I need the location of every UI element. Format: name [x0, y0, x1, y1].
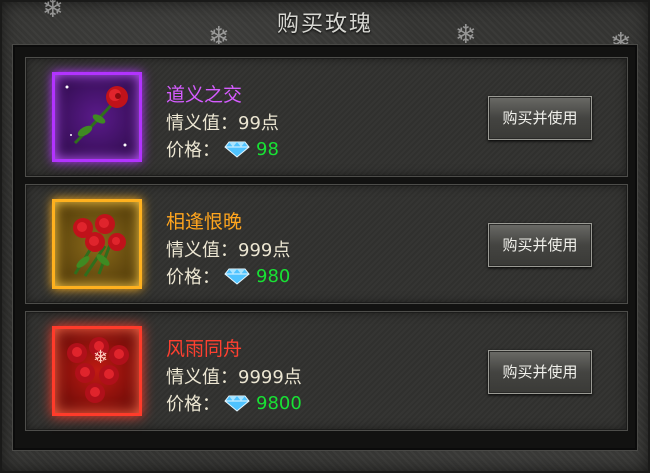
price-value: 980 — [256, 265, 291, 287]
buy-rose-dialog: ❄ ❄ ❄ ❄ 购买玫瑰 道义之交 情义值：99点 价格： 98 购买并使用 相… — [0, 0, 650, 473]
rose-list: 道义之交 情义值：99点 价格： 98 购买并使用 相逢恨晚 情义值：999点 … — [13, 45, 637, 450]
price-line: 价格： 980 — [166, 263, 290, 289]
diamond-icon — [224, 394, 250, 412]
affection-value: 情义值：999点 — [166, 240, 291, 261]
price-line: 价格： 98 — [166, 136, 279, 162]
buy-and-use-button[interactable]: 购买并使用 — [488, 96, 592, 140]
affection-value: 情义值：9999点 — [166, 367, 302, 388]
dialog-title: 购买玫瑰 — [276, 12, 373, 37]
price-value: 98 — [256, 138, 279, 160]
list-item-rose-1: 道义之交 情义值：99点 价格： 98 购买并使用 — [25, 57, 628, 177]
price-value: 9800 — [256, 392, 302, 414]
diamond-icon — [224, 140, 250, 158]
item-name: 风雨同舟 — [166, 338, 243, 360]
list-item-rose-3: ❄ 风雨同舟 情义值：9999点 价格： 9800 购买并使用 — [25, 311, 628, 431]
price-label: 价格： — [166, 394, 220, 415]
buy-and-use-button[interactable]: 购买并使用 — [488, 223, 592, 267]
price-label: 价格： — [166, 267, 220, 288]
price-line: 价格： 9800 — [166, 390, 302, 416]
item-name: 相逢恨晚 — [166, 211, 243, 233]
list-item-rose-2: 相逢恨晚 情义值：999点 价格： 980 购买并使用 — [25, 184, 628, 304]
item-name: 道义之交 — [166, 84, 243, 106]
rose-single-icon — [52, 72, 142, 162]
affection-value: 情义值：99点 — [166, 113, 279, 134]
svg-text:❄: ❄ — [93, 347, 108, 368]
rose-bouquet-icon — [52, 199, 142, 289]
price-label: 价格： — [166, 140, 220, 161]
diamond-icon — [224, 267, 250, 285]
rose-bouquet-large-icon: ❄ — [52, 326, 142, 416]
buy-and-use-button[interactable]: 购买并使用 — [488, 350, 592, 394]
